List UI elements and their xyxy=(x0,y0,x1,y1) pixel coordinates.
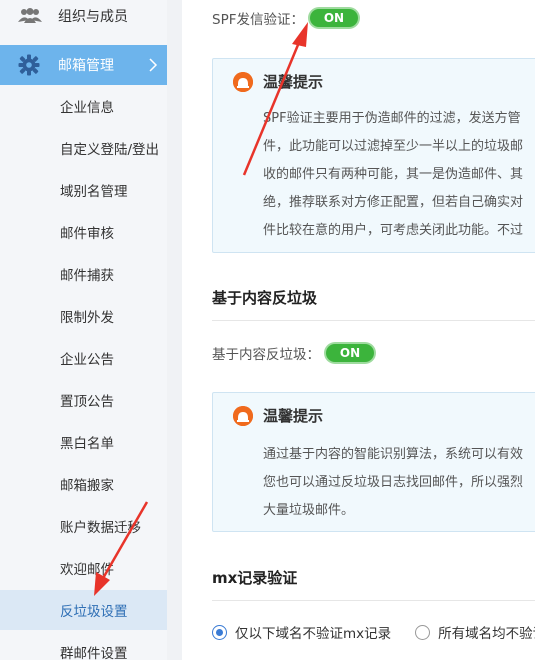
sidebar-item-label: 限制外发 xyxy=(60,310,114,326)
sidebar-item-label: 置顶公告 xyxy=(60,394,114,410)
tip-text-line: 件比较在意的用户，可考虑关闭此功能。不过 xyxy=(263,223,524,238)
tip-header: 温馨提示 xyxy=(233,71,323,92)
sidebar-item-label: 账户数据迁移 xyxy=(60,520,141,536)
tip-header: 温馨提示 xyxy=(233,405,323,426)
gear-icon xyxy=(18,54,40,76)
sidebar-item-company-notice[interactable]: 企业公告 xyxy=(0,338,167,378)
sidebar-item-black-white-list[interactable]: 黑白名单 xyxy=(0,422,167,462)
sidebar: 组织与成员 邮箱管理 企业信息 自定义登陆/登出 域别名管理 邮件审核 邮件捕获… xyxy=(0,0,167,660)
sidebar-item-pinned-notice[interactable]: 置顶公告 xyxy=(0,380,167,420)
tip-text-line: SPF验证主要用于伪造邮件的过滤，发送方管 xyxy=(263,111,521,126)
content-filter-tip-box: 温馨提示 通过基于内容的智能识别算法，系统可以有效 您也可以通过反垃圾日志找回邮… xyxy=(212,392,535,532)
sidebar-item-label: 域别名管理 xyxy=(60,184,128,200)
sidebar-item-label: 邮件审核 xyxy=(60,226,114,242)
mx-radio-option1[interactable] xyxy=(212,624,227,640)
sidebar-item-label: 邮件捕获 xyxy=(60,268,114,284)
divider xyxy=(212,320,535,321)
tip-text-line: 通过基于内容的智能识别算法，系统可以有效 xyxy=(263,447,524,462)
sidebar-item-label: 企业信息 xyxy=(60,100,114,116)
spf-tip-box: 温馨提示 SPF验证主要用于伪造邮件的过滤，发送方管 件，此功能可以过滤掉至少一… xyxy=(212,58,535,253)
main-content: SPF发信验证： ON 温馨提示 SPF验证主要用于伪造邮件的过滤，发送方管 件… xyxy=(182,0,535,660)
users-icon xyxy=(18,6,42,26)
sidebar-item-mail-capture[interactable]: 邮件捕获 xyxy=(0,254,167,294)
sidebar-item-account-migration[interactable]: 账户数据迁移 xyxy=(0,506,167,546)
mx-options: 仅以下域名不验证mx记录 所有域名均不验证 xyxy=(212,622,535,642)
sidebar-item-label: 群邮件设置 xyxy=(60,646,128,660)
sidebar-item-label: 自定义登陆/登出 xyxy=(60,142,160,158)
content-filter-setting-row: 基于内容反垃圾： ON xyxy=(212,343,374,363)
warning-icon xyxy=(233,405,253,426)
tip-text-line: 绝，推荐联系对方修正配置，但若自己确实对 xyxy=(263,195,524,210)
spf-toggle[interactable]: ON xyxy=(309,9,358,27)
tip-title: 温馨提示 xyxy=(263,73,324,91)
sidebar-item-antispam[interactable]: 反垃圾设置 xyxy=(0,590,167,630)
divider xyxy=(212,600,535,601)
sidebar-item-domain-alias[interactable]: 域别名管理 xyxy=(0,170,167,210)
sidebar-item-mail-audit[interactable]: 邮件审核 xyxy=(0,212,167,252)
content-filter-label: 基于内容反垃圾： xyxy=(212,347,320,363)
sidebar-item-label: 邮箱搬家 xyxy=(60,478,114,494)
chevron-right-icon xyxy=(147,55,159,75)
tip-text-line: 收的邮件只有两种可能，其一是伪造邮件、其 xyxy=(263,167,524,182)
tip-text-line: 件，此功能可以过滤掉至少一半以上的垃圾邮 xyxy=(263,139,524,154)
sidebar-item-group-mail[interactable]: 群邮件设置 xyxy=(0,632,167,660)
sidebar-item-org[interactable]: 组织与成员 xyxy=(0,0,167,36)
spf-setting-row: SPF发信验证： ON xyxy=(212,8,358,28)
sidebar-item-label: 邮箱管理 xyxy=(58,58,114,74)
spf-label: SPF发信验证： xyxy=(212,12,304,28)
sidebar-item-custom-login[interactable]: 自定义登陆/登出 xyxy=(0,128,167,168)
content-filter-toggle[interactable]: ON xyxy=(326,344,374,362)
section-title-mx: mx记录验证 xyxy=(212,569,298,587)
sidebar-item-label: 黑白名单 xyxy=(60,436,114,452)
mx-option2-label[interactable]: 所有域名均不验证 xyxy=(438,622,535,642)
sidebar-item-mailbox-management[interactable]: 邮箱管理 xyxy=(0,45,167,85)
sidebar-item-mailbox-move[interactable]: 邮箱搬家 xyxy=(0,464,167,504)
tip-text-line: 您也可以通过反垃圾日志找回邮件，所以强烈 xyxy=(263,475,524,490)
section-title-content-filter: 基于内容反垃圾 xyxy=(212,289,318,307)
sidebar-item-restrict-outbound[interactable]: 限制外发 xyxy=(0,296,167,336)
tip-text-line: 大量垃圾邮件。 xyxy=(263,503,355,518)
sidebar-item-label: 企业公告 xyxy=(60,352,114,368)
sidebar-item-welcome-mail[interactable]: 欢迎邮件 xyxy=(0,548,167,588)
sidebar-divider xyxy=(167,0,182,660)
mx-radio-option2[interactable] xyxy=(415,624,431,640)
mx-option1-label[interactable]: 仅以下域名不验证mx记录 xyxy=(235,622,391,642)
sidebar-item-label: 欢迎邮件 xyxy=(60,562,114,578)
sidebar-item-company-info[interactable]: 企业信息 xyxy=(0,86,167,126)
sidebar-item-label: 组织与成员 xyxy=(58,9,128,25)
warning-icon xyxy=(233,71,253,92)
tip-title: 温馨提示 xyxy=(263,407,324,425)
sidebar-item-label: 反垃圾设置 xyxy=(60,604,128,620)
